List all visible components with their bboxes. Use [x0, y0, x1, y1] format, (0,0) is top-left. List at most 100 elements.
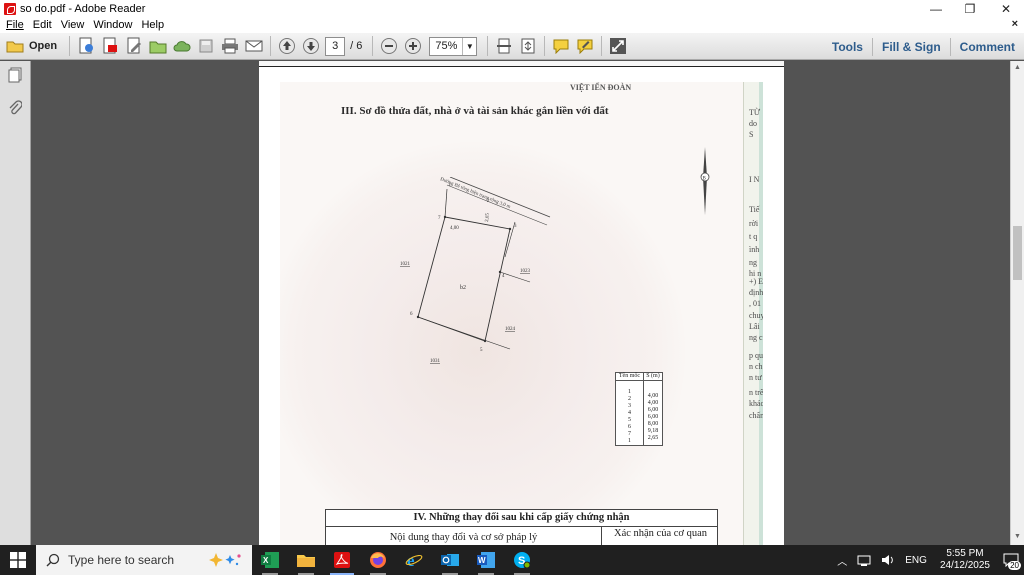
- table-cell: 6: [627, 424, 631, 430]
- main-toolbar: Open 3 / 6 75% ▼ Tools Fill & Sign Comme…: [0, 33, 1024, 60]
- taskbar-outlook[interactable]: [432, 545, 468, 575]
- menu-window[interactable]: Window: [93, 19, 132, 31]
- excel-icon: X: [261, 552, 279, 568]
- taskbar-excel[interactable]: X: [252, 545, 288, 575]
- menu-bar: File Edit View Window Help ×: [0, 17, 1024, 33]
- table-cell: 9,18: [647, 428, 659, 434]
- table-cell: 1: [627, 389, 631, 395]
- margin-text: TỪ: [749, 108, 761, 117]
- margin-text: p qu: [749, 351, 763, 360]
- fill-sign-link[interactable]: Fill & Sign: [873, 40, 950, 54]
- edit-pdf-icon[interactable]: [123, 36, 145, 56]
- page-number-input[interactable]: 3: [325, 36, 346, 56]
- zoom-value: 75%: [435, 40, 458, 52]
- table-cell: 4: [627, 410, 631, 416]
- copilot-sparkle-icon: [209, 553, 241, 567]
- table-cell: 4,00: [647, 400, 659, 406]
- taskbar-file-explorer[interactable]: [288, 545, 324, 575]
- tools-link[interactable]: Tools: [823, 40, 872, 54]
- attachments-icon[interactable]: [7, 100, 23, 116]
- document-view[interactable]: VIỆT IẾN ĐOÀN III. Sơ đồ thửa đất, nhà ở…: [31, 61, 1010, 545]
- create-pdf-icon[interactable]: [75, 36, 97, 56]
- taskbar-firefox[interactable]: [360, 545, 396, 575]
- margin-text: +) E: [749, 277, 763, 286]
- table-cell: 2,65: [647, 435, 659, 441]
- menu-help[interactable]: Help: [141, 19, 164, 31]
- zoom-in-icon[interactable]: [402, 36, 424, 56]
- length-column: 4,00 4,00 6,00 6,00 8,00 9,18 2,65: [642, 380, 664, 446]
- margin-text: Lâi: [749, 322, 760, 331]
- email-icon[interactable]: [243, 36, 265, 56]
- margin-text: do: [749, 119, 757, 128]
- search-icon: [46, 553, 60, 567]
- skype-icon: S: [514, 552, 531, 569]
- search-placeholder: Type here to search: [68, 553, 175, 567]
- margin-text: n tư: [749, 373, 762, 382]
- minimize-button[interactable]: —: [919, 0, 953, 17]
- margin-text: khác: [749, 399, 763, 408]
- volume-icon[interactable]: [881, 554, 895, 566]
- taskbar-internet-explorer[interactable]: e: [396, 545, 432, 575]
- page-thumbnails-icon[interactable]: [7, 67, 23, 83]
- margin-text: , 01: [749, 299, 761, 308]
- full-screen-icon[interactable]: [607, 36, 629, 56]
- menu-file[interactable]: File: [6, 19, 24, 31]
- taskbar-clock[interactable]: 5:55 PM 24/12/2025: [940, 548, 990, 572]
- corner-point-label: 5: [480, 348, 483, 353]
- cloud-upload-icon[interactable]: [171, 36, 193, 56]
- close-button[interactable]: ✕: [989, 0, 1023, 17]
- svg-text:W: W: [478, 556, 486, 565]
- vertical-scrollbar[interactable]: ▲ ▼: [1010, 61, 1024, 545]
- zoom-select[interactable]: 75% ▼: [429, 36, 478, 56]
- previous-page-icon[interactable]: [276, 36, 298, 56]
- scanned-certificate: VIỆT IẾN ĐOÀN III. Sơ đồ thửa đất, nhà ở…: [280, 82, 763, 545]
- system-tray: ︿ ENG 5:55 PM 24/12/2025 20: [832, 545, 1024, 575]
- table-cell: 2: [627, 396, 631, 402]
- pdf-page: VIỆT IẾN ĐOÀN III. Sơ đồ thửa đất, nhà ở…: [259, 61, 784, 545]
- input-language[interactable]: ENG: [905, 555, 927, 566]
- show-hidden-icons-icon[interactable]: ︿: [837, 553, 847, 568]
- notification-count: 20: [1008, 561, 1021, 570]
- notification-center[interactable]: 20: [998, 545, 1024, 575]
- sticky-note-icon[interactable]: [550, 36, 572, 56]
- zoom-out-icon[interactable]: [378, 36, 400, 56]
- toolbar-separator: [372, 36, 374, 56]
- taskbar-adobe-reader[interactable]: [324, 545, 360, 575]
- highlight-icon[interactable]: [574, 36, 596, 56]
- restore-button[interactable]: ❐: [953, 0, 987, 17]
- toolbar-separator: [69, 36, 71, 56]
- taskbar-search[interactable]: Type here to search: [36, 545, 252, 575]
- menu-edit[interactable]: Edit: [33, 19, 52, 31]
- share-folder-icon[interactable]: [147, 36, 169, 56]
- scroll-down-icon[interactable]: ▼: [1014, 533, 1021, 540]
- margin-text: I N: [749, 175, 760, 184]
- svg-text:X: X: [263, 556, 269, 565]
- table-cell: 1: [627, 438, 631, 444]
- scrollbar-thumb[interactable]: [1013, 226, 1022, 280]
- start-button[interactable]: [0, 545, 36, 575]
- print-icon[interactable]: [219, 36, 241, 56]
- save-icon[interactable]: [195, 36, 217, 56]
- adobe-reader-icon: [334, 552, 350, 568]
- scrolling-mode-icon[interactable]: [493, 36, 515, 56]
- north-arrow-icon: B: [700, 147, 710, 215]
- open-button[interactable]: Open: [6, 39, 57, 53]
- menu-view[interactable]: View: [61, 19, 85, 31]
- margin-text: định: [749, 288, 763, 297]
- table-cell: 5: [627, 417, 631, 423]
- comment-link[interactable]: Comment: [951, 40, 1024, 54]
- taskbar-skype[interactable]: S: [504, 545, 540, 575]
- toolbar-separator: [487, 36, 489, 56]
- close-document-button[interactable]: ×: [1012, 18, 1018, 30]
- table-header: S (m): [642, 372, 664, 381]
- internet-explorer-icon: e: [405, 551, 423, 569]
- fit-page-icon[interactable]: [517, 36, 539, 56]
- change-content-header: Nội dung thay đổi và cơ sở pháp lý: [326, 527, 602, 545]
- export-pdf-icon[interactable]: [99, 36, 121, 56]
- next-page-icon[interactable]: [300, 36, 322, 56]
- table-cell: 6,00: [647, 414, 659, 420]
- scroll-up-icon[interactable]: ▲: [1014, 64, 1021, 71]
- chevron-down-icon[interactable]: ▼: [462, 37, 476, 55]
- network-icon[interactable]: [857, 554, 871, 566]
- taskbar-word[interactable]: W: [468, 545, 504, 575]
